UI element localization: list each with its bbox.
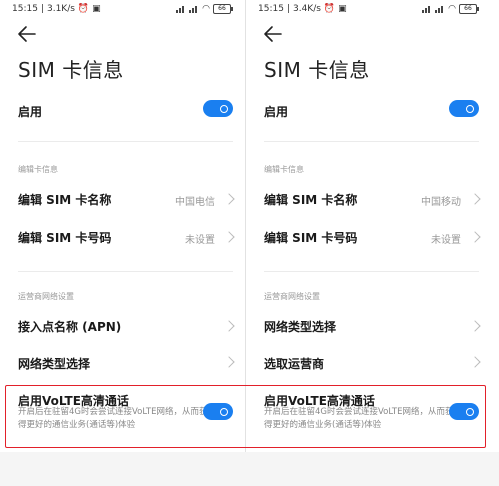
sim-number-value: 未设置 — [431, 235, 461, 246]
network-type-label: 网络类型选择 — [18, 357, 91, 371]
alarm-icon: ⏰ — [77, 3, 90, 14]
divider — [264, 271, 479, 272]
background-band — [0, 452, 499, 486]
signal-icon — [176, 5, 186, 13]
status-time: 15:15 — [12, 4, 38, 14]
chevron-right-icon — [223, 320, 235, 332]
sim-number-label: 编辑 SIM 卡号码 — [264, 231, 358, 245]
back-arrow-icon[interactable] — [16, 24, 38, 44]
sim-name-value: 中国移动 — [421, 197, 461, 208]
battery-icon: 66 — [213, 4, 233, 14]
signal-icon — [189, 5, 199, 13]
apn-label: 接入点名称 (APN) — [18, 320, 122, 334]
volte-highlight-box — [5, 385, 486, 448]
section-header-card-info: 编辑卡信息 — [264, 165, 304, 174]
wifi-icon: ◠ — [448, 3, 456, 14]
enable-label: 启用 — [18, 105, 43, 119]
section-header-carrier: 运营商网络设置 — [18, 292, 74, 301]
divider — [264, 141, 479, 142]
network-speed: 3.4K/s — [292, 4, 321, 14]
divider — [18, 271, 233, 272]
divider — [18, 141, 233, 142]
chevron-right-icon — [469, 193, 481, 205]
status-bar: 15:15 | 3.1K/s ⏰ ▣ ◠ 66 — [0, 0, 245, 18]
chevron-right-icon — [469, 231, 481, 243]
alarm-icon: ⏰ — [323, 3, 336, 14]
section-header-card-info: 编辑卡信息 — [18, 165, 58, 174]
sim-name-value: 中国电信 — [175, 197, 215, 208]
signal-icon — [422, 5, 432, 13]
network-type-label: 网络类型选择 — [264, 320, 337, 334]
page-title: SIM 卡信息 — [18, 58, 124, 82]
status-bar: 15:15 | 3.4K/s ⏰ ▣ ◠ 66 — [246, 0, 491, 18]
chevron-right-icon — [223, 193, 235, 205]
enable-toggle[interactable] — [449, 100, 479, 117]
chevron-right-icon — [469, 356, 481, 368]
sim-name-label: 编辑 SIM 卡名称 — [264, 193, 358, 207]
status-time: 15:15 — [258, 4, 284, 14]
enable-toggle[interactable] — [203, 100, 233, 117]
chevron-right-icon — [223, 356, 235, 368]
select-carrier-label: 选取运营商 — [264, 357, 325, 371]
notification-icon: ▣ — [338, 3, 347, 14]
chevron-right-icon — [469, 320, 481, 332]
sim-number-label: 编辑 SIM 卡号码 — [18, 231, 112, 245]
page-title: SIM 卡信息 — [264, 58, 370, 82]
chevron-right-icon — [223, 231, 235, 243]
back-arrow-icon[interactable] — [262, 24, 284, 44]
signal-icon — [435, 5, 445, 13]
toggle-knob — [220, 104, 228, 113]
network-speed: 3.1K/s — [46, 4, 75, 14]
sim-number-value: 未设置 — [185, 235, 215, 246]
enable-label: 启用 — [264, 105, 289, 119]
wifi-icon: ◠ — [202, 3, 210, 14]
toggle-knob — [466, 104, 474, 113]
sim-name-label: 编辑 SIM 卡名称 — [18, 193, 112, 207]
section-header-carrier: 运营商网络设置 — [264, 292, 320, 301]
notification-icon: ▣ — [92, 3, 101, 14]
battery-icon: 66 — [459, 4, 479, 14]
